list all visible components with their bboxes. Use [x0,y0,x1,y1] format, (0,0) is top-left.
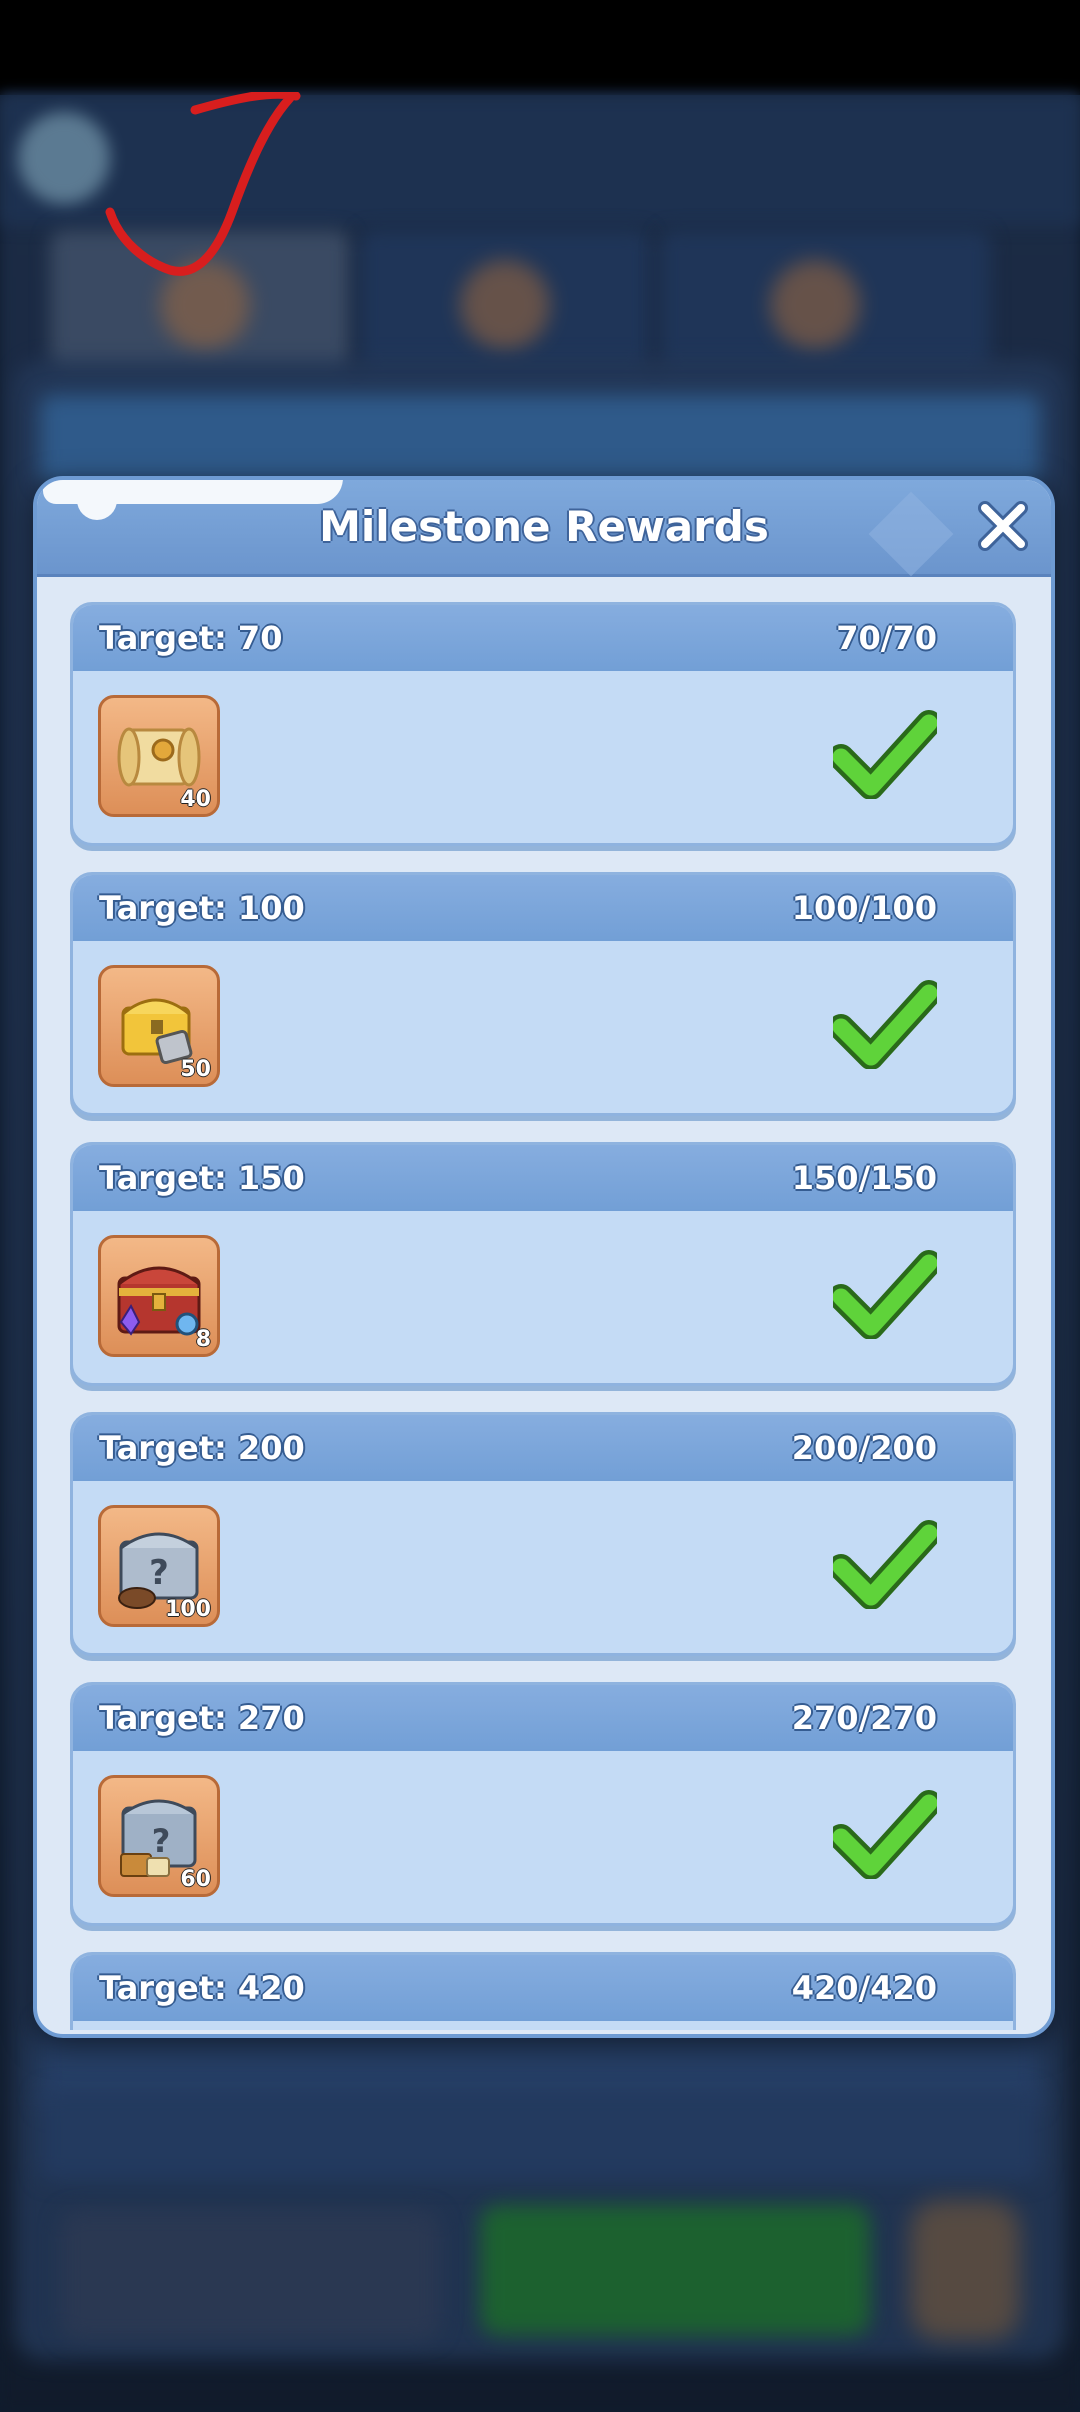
milestone-card: Target: 420 420/420 [70,1952,1016,2030]
milestone-card-header: Target: 70 70/70 [73,605,1013,671]
milestone-card: Target: 270 270/270 ? 60 [70,1682,1016,1926]
milestone-progress: 70/70 [836,619,937,657]
milestone-rewards-dialog: Milestone Rewards Target: 70 70/70 40 Ta… [33,476,1055,2038]
dialog-header: Milestone Rewards [37,480,1051,577]
milestone-card: Target: 70 70/70 40 [70,602,1016,846]
milestone-card-header: Target: 200 200/200 [73,1415,1013,1481]
milestone-target: Target: 70 [99,619,283,657]
checkmark-icon [833,1790,937,1879]
milestone-target: Target: 100 [99,889,305,927]
checkmark-icon [833,1250,937,1339]
reward-count: 40 [180,787,211,812]
close-button[interactable] [975,498,1031,554]
reward-count: 60 [180,1867,211,1892]
background-avatar [18,112,110,204]
milestone-list[interactable]: Target: 70 70/70 40 Target: 100 100/100 … [37,574,1051,2030]
milestone-card-header: Target: 150 150/150 [73,1145,1013,1211]
milestone-progress: 270/270 [791,1699,937,1737]
milestone-target: Target: 270 [99,1699,305,1737]
reward-item[interactable]: ? 60 [98,1775,220,1897]
background-character [460,260,550,350]
reward-count: 100 [165,1597,211,1622]
background-character [770,260,860,350]
milestone-card-header: Target: 270 270/270 [73,1685,1013,1751]
background-green-button [480,2205,870,2335]
background-character [910,2200,1020,2340]
background-strip [40,2090,1040,2180]
reward-item[interactable]: 8 [98,1235,220,1357]
milestone-progress: 200/200 [791,1429,937,1467]
milestone-card: Target: 200 200/200 ? 100 [70,1412,1016,1656]
background-button [60,2210,440,2340]
milestone-card-header: Target: 420 420/420 [73,1955,1013,2021]
status-bar [0,0,1080,95]
milestone-progress: 420/420 [791,1969,937,2007]
dialog-title: Milestone Rewards [319,502,769,551]
milestone-target: Target: 420 [99,1969,305,2007]
checkmark-icon [833,1520,937,1609]
reward-count: 8 [195,1327,211,1352]
milestone-target: Target: 200 [99,1429,305,1467]
milestone-progress: 150/150 [791,1159,937,1197]
checkmark-icon [833,710,937,799]
reward-item[interactable]: 50 [98,965,220,1087]
milestone-card: Target: 100 100/100 50 [70,872,1016,1116]
milestone-progress: 100/100 [791,889,937,927]
svg-text:?: ? [149,1553,169,1593]
checkmark-icon [833,980,937,1069]
reward-item[interactable]: 40 [98,695,220,817]
background-strip [40,395,1040,485]
reward-count: 50 [180,1057,211,1082]
close-icon [978,501,1028,551]
milestone-card-header: Target: 100 100/100 [73,875,1013,941]
milestone-target: Target: 150 [99,1159,305,1197]
svg-text:?: ? [152,1822,171,1860]
milestone-card: Target: 150 150/150 8 [70,1142,1016,1386]
reward-item[interactable]: ? 100 [98,1505,220,1627]
red-scribble-annotation [105,92,301,276]
